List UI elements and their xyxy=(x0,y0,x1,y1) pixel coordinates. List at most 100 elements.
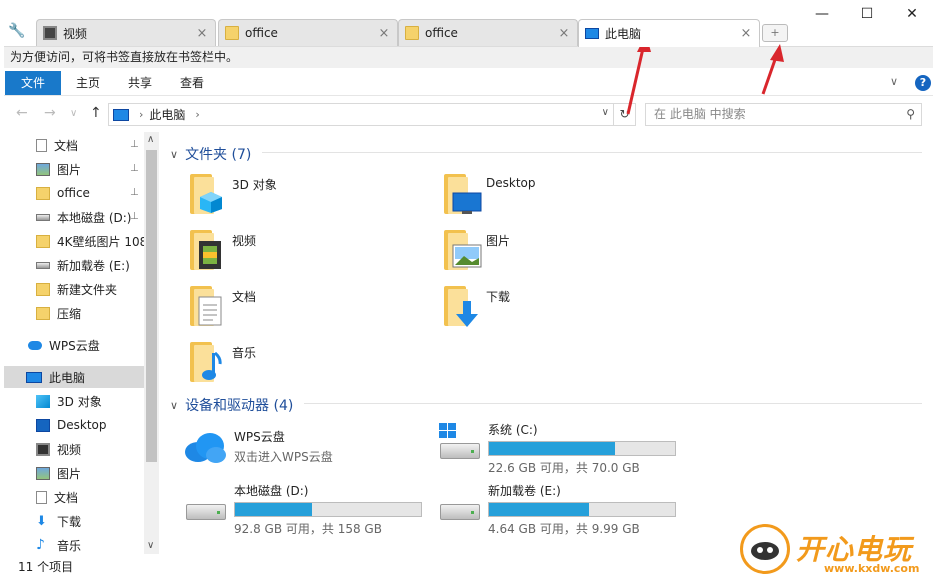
folder-label: 图片 xyxy=(486,234,511,248)
wps-cloud-subtitle: 双击进入WPS云盘 xyxy=(234,450,333,464)
ribbon-tab-home[interactable]: 主页 xyxy=(66,71,110,95)
pin-icon: ⊥ xyxy=(130,187,139,198)
section-divider xyxy=(304,403,922,404)
sidebar-item[interactable]: 文档 xyxy=(4,486,144,508)
folder-item[interactable]: 视频 xyxy=(188,230,256,270)
sidebar-item[interactable]: 本地磁盘 (D:) xyxy=(4,206,144,228)
annotation-arrow-icon xyxy=(761,44,784,95)
drive-usage-bar xyxy=(488,502,676,517)
folder-item[interactable]: 音乐 xyxy=(188,342,256,382)
sidebar-item[interactable]: office xyxy=(4,182,144,204)
ribbon-tab-share[interactable]: 共享 xyxy=(118,71,162,95)
up-button[interactable]: ↑ xyxy=(90,105,102,121)
devices-section-header[interactable]: ∨ 设备和驱动器 (4) xyxy=(170,395,293,415)
sidebar-item[interactable]: 图片 xyxy=(4,158,144,180)
sidebar-item-label: 4K壁纸图片 108 xyxy=(57,234,144,249)
watermark-url: www.kxdw.com xyxy=(824,562,920,575)
computer-icon xyxy=(26,371,42,383)
sidebar-item[interactable]: ⬇ 下载 xyxy=(4,510,144,532)
cube-folder-icon xyxy=(188,174,224,214)
sidebar-item[interactable]: 视频 xyxy=(4,438,144,460)
sidebar-item-label: 压缩 xyxy=(57,306,82,321)
back-button[interactable]: ← xyxy=(16,105,28,121)
drive-name: 本地磁盘 (D:) xyxy=(234,484,309,498)
drive-e[interactable]: 新加载卷 (E:) 4.64 GB 可用，共 9.99 GB xyxy=(436,482,676,537)
sidebar-item[interactable]: 3D 对象 xyxy=(4,390,144,412)
sidebar-item[interactable]: ♪ 音乐 xyxy=(4,534,144,554)
cloud-icon xyxy=(28,340,42,350)
drive-icon xyxy=(36,261,50,269)
folders-section-header[interactable]: ∨ 文件夹 (7) xyxy=(170,144,251,164)
drive-name: 新加载卷 (E:) xyxy=(488,484,561,498)
folder-item[interactable]: 3D 对象 xyxy=(188,174,277,214)
section-divider xyxy=(262,152,922,153)
sidebar-scroll-thumb[interactable] xyxy=(146,150,157,462)
ribbon-expand-icon[interactable]: ∨ xyxy=(890,75,898,88)
ribbon-tab-view[interactable]: 查看 xyxy=(170,71,214,95)
forward-button[interactable]: → xyxy=(44,105,56,121)
close-icon[interactable]: × xyxy=(377,26,391,41)
scroll-down-icon[interactable]: ∨ xyxy=(147,540,154,551)
address-dropdown-icon[interactable]: ∨ xyxy=(602,107,609,118)
sidebar-item-label: 音乐 xyxy=(57,538,82,553)
sidebar-item-label: 本地磁盘 (D:) xyxy=(57,210,132,225)
close-icon[interactable]: × xyxy=(739,26,753,41)
sidebar-item[interactable]: 文档 xyxy=(4,134,144,156)
sidebar-item[interactable]: WPS云盘 xyxy=(4,334,144,356)
help-icon[interactable]: ? xyxy=(915,75,931,91)
scroll-up-icon[interactable]: ∧ xyxy=(147,134,154,145)
ribbon-tab-file[interactable]: 文件 xyxy=(5,71,61,95)
desktop-folder-icon xyxy=(442,174,482,214)
collapse-chevron-icon[interactable]: ∨ xyxy=(170,148,178,161)
tab-label: office xyxy=(245,26,278,40)
sidebar-item[interactable]: 此电脑 xyxy=(4,366,144,388)
tab-this-pc[interactable]: 此电脑 × xyxy=(578,19,760,47)
tab-office-1[interactable]: office × xyxy=(218,19,398,46)
sidebar-item[interactable]: 4K壁纸图片 108 xyxy=(4,230,144,252)
sidebar-item[interactable]: 新建文件夹 xyxy=(4,278,144,300)
download-folder-icon xyxy=(442,286,478,327)
drive-d[interactable]: 本地磁盘 (D:) 92.8 GB 可用，共 158 GB xyxy=(182,482,422,537)
collapse-chevron-icon[interactable]: ∨ xyxy=(170,399,178,412)
music-folder-icon xyxy=(188,342,224,382)
document-icon xyxy=(36,138,47,152)
pictures-icon xyxy=(36,466,50,480)
folder-item[interactable]: 图片 xyxy=(442,230,510,270)
film-folder-icon xyxy=(188,230,224,270)
close-window-button[interactable]: ✕ xyxy=(900,4,924,24)
folder-item[interactable]: Desktop xyxy=(442,174,536,214)
close-icon[interactable]: × xyxy=(195,26,209,41)
tab-videos[interactable]: 视频 × xyxy=(36,19,216,46)
maximize-button[interactable]: ☐ xyxy=(855,4,879,24)
sidebar-item[interactable]: 压缩 xyxy=(4,302,144,324)
wps-cloud-item[interactable]: WPS云盘 双击进入WPS云盘 xyxy=(182,428,333,468)
minimize-button[interactable]: — xyxy=(810,4,834,24)
sidebar-item-label: 视频 xyxy=(57,442,82,457)
address-bar[interactable]: › 此电脑 › ∨ xyxy=(108,103,614,126)
sidebar-item[interactable]: Desktop xyxy=(4,414,144,436)
sidebar-item-label: 新建文件夹 xyxy=(57,282,118,297)
search-input[interactable]: 在 此电脑 中搜索 ⚲ xyxy=(645,103,922,126)
folder-icon xyxy=(36,282,50,296)
drive-c[interactable]: 系统 (C:) 22.6 GB 可用，共 70.0 GB xyxy=(436,421,676,476)
folder-item[interactable]: 文档 xyxy=(188,286,256,326)
folder-icon xyxy=(36,234,50,248)
video-icon xyxy=(36,442,50,456)
document-folder-icon xyxy=(188,286,224,326)
folder-label: 下载 xyxy=(486,290,511,304)
cloud-icon xyxy=(182,428,228,468)
close-icon[interactable]: × xyxy=(557,26,571,41)
tab-office-2[interactable]: office × xyxy=(398,19,578,46)
sidebar-item[interactable]: 图片 xyxy=(4,462,144,484)
recent-locations-button[interactable]: ∨ xyxy=(70,108,77,119)
video-icon xyxy=(43,26,57,40)
search-placeholder: 在 此电脑 中搜索 xyxy=(654,107,746,121)
download-icon: ⬇ xyxy=(36,513,47,529)
tab-label: office xyxy=(425,26,458,40)
folder-item[interactable]: 下载 xyxy=(442,286,511,327)
tab-bar: 🔧 视频 × office × office × 此电脑 × + — ☐ ✕ xyxy=(0,0,937,47)
pin-icon: ⊥ xyxy=(130,139,139,150)
wrench-icon[interactable]: 🔧 xyxy=(8,22,26,40)
sidebar-item[interactable]: 新加载卷 (E:) xyxy=(4,254,144,276)
breadcrumb-this-pc[interactable]: 此电脑 xyxy=(149,106,185,123)
